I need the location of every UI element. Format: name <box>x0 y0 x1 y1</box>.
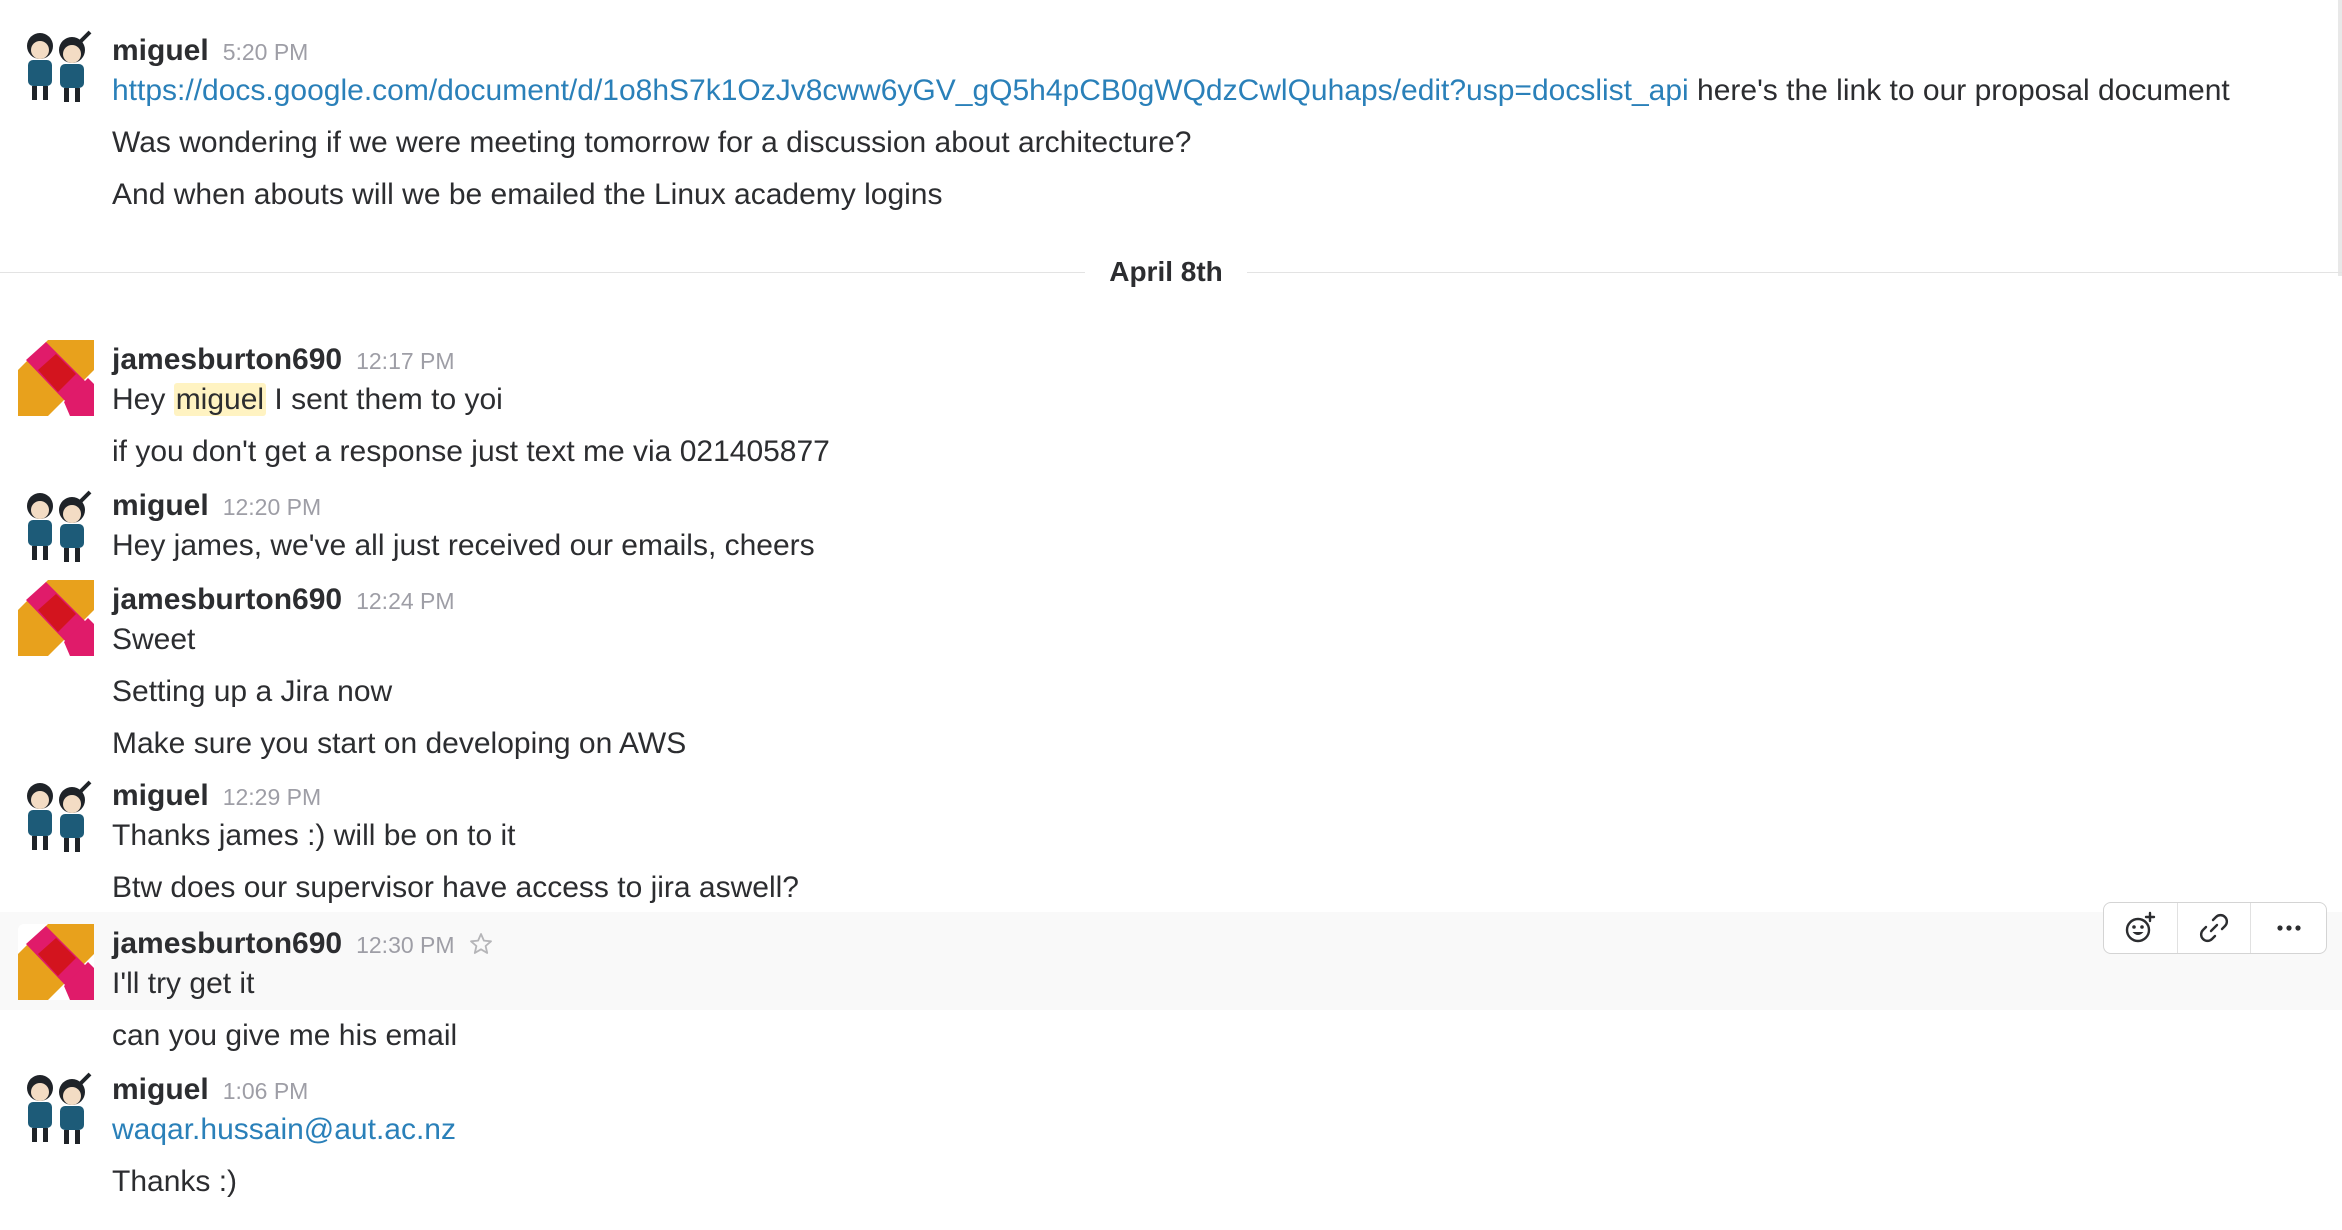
more-actions-icon <box>2277 925 2301 931</box>
avatar-miguel-icon <box>27 490 92 562</box>
message-group-hovered: jamesburton690 12:30 PM I'll try get it <box>0 912 2342 1010</box>
message-text: Hey miguel I sent them to yoi <box>112 380 503 420</box>
avatar[interactable] <box>18 580 94 656</box>
avatar[interactable] <box>18 1070 94 1146</box>
username[interactable]: miguel <box>112 31 209 71</box>
avatar-miguel-icon <box>27 1072 92 1144</box>
star-outline-icon[interactable] <box>469 932 493 956</box>
avatar[interactable] <box>18 340 94 416</box>
message-text: https://docs.google.com/document/d/1o8hS… <box>112 71 2230 111</box>
timestamp[interactable]: 12:17 PM <box>356 341 454 381</box>
message-group: miguel 5:20 PM https://docs.google.com/d… <box>0 0 2342 230</box>
message-text-suffix: I sent them to yoi <box>266 383 503 416</box>
message-text: can you give me his email <box>112 1019 458 1052</box>
username[interactable]: miguel <box>112 486 209 526</box>
copy-link-icon <box>2200 914 2228 942</box>
username[interactable]: jamesburton690 <box>112 340 342 380</box>
timestamp[interactable]: 12:29 PM <box>223 777 321 817</box>
message-group: miguel 1:06 PM waqar.hussain@aut.ac.nz T… <box>0 1070 2342 1230</box>
message-text: Sweet <box>112 623 196 656</box>
timestamp[interactable]: 5:20 PM <box>223 32 309 72</box>
message-text: And when abouts will we be emailed the L… <box>112 178 943 211</box>
day-divider: April 8th <box>0 252 2342 292</box>
message-group: miguel 12:20 PM Hey james, we've all jus… <box>0 480 2342 576</box>
divider-date[interactable]: April 8th <box>1085 252 1247 292</box>
avatar-miguel-icon <box>27 30 92 102</box>
avatar[interactable] <box>18 28 94 104</box>
divider-rule <box>0 272 1085 273</box>
avatar-james-icon <box>18 580 94 656</box>
message-text: Thanks james :) will be on to it <box>112 819 516 852</box>
timestamp[interactable]: 1:06 PM <box>223 1071 309 1111</box>
message-text-suffix: here's the link to our proposal document <box>1688 74 2230 107</box>
message-text: Thanks :) <box>112 1165 238 1198</box>
username[interactable]: miguel <box>112 1070 209 1110</box>
email-link[interactable]: waqar.hussain@aut.ac.nz <box>112 1113 456 1146</box>
message-group: jamesburton690 12:24 PM Sweet Setting up… <box>0 576 2342 776</box>
add-reaction-button[interactable] <box>2104 903 2178 953</box>
message-actions-toolbar <box>2103 902 2327 954</box>
message-text: Setting up a Jira now <box>112 675 393 708</box>
user-mention[interactable]: miguel <box>173 383 267 416</box>
username[interactable]: jamesburton690 <box>112 580 342 620</box>
message-text-prefix: Hey <box>112 383 174 416</box>
avatar-miguel-icon <box>27 780 92 852</box>
message-text: I'll try get it <box>112 967 255 1000</box>
message-pane: miguel 5:20 PM https://docs.google.com/d… <box>0 0 2342 1230</box>
timestamp[interactable]: 12:24 PM <box>356 581 454 621</box>
message-text: Btw does our supervisor have access to j… <box>112 871 799 904</box>
message-text: Was wondering if we were meeting tomorro… <box>112 126 1192 159</box>
timestamp[interactable]: 12:30 PM <box>356 925 454 965</box>
username[interactable]: miguel <box>112 776 209 816</box>
message-group: can you give me his email <box>0 1010 2342 1070</box>
avatar[interactable] <box>18 778 94 854</box>
message-group: miguel 12:29 PM Thanks james :) will be … <box>0 776 2342 912</box>
message-text: waqar.hussain@aut.ac.nz <box>112 1110 456 1150</box>
message-group: jamesburton690 12:17 PM Hey miguel I sen… <box>0 320 2342 480</box>
username[interactable]: jamesburton690 <box>112 924 342 964</box>
message-link[interactable]: https://docs.google.com/document/d/1o8hS… <box>112 74 1689 107</box>
avatar-james-icon <box>18 340 94 416</box>
divider-rule <box>1247 272 2342 273</box>
timestamp[interactable]: 12:20 PM <box>223 487 321 527</box>
avatar[interactable] <box>18 924 94 1000</box>
more-actions-button[interactable] <box>2251 903 2326 953</box>
message-text: Make sure you start on developing on AWS <box>112 727 687 760</box>
add-reaction-icon <box>2126 911 2156 943</box>
avatar[interactable] <box>18 488 94 564</box>
avatar-james-icon <box>18 924 94 1000</box>
message-text: if you don't get a response just text me… <box>112 435 830 468</box>
message-text: Hey james, we've all just received our e… <box>112 529 815 562</box>
copy-link-button[interactable] <box>2178 903 2252 953</box>
